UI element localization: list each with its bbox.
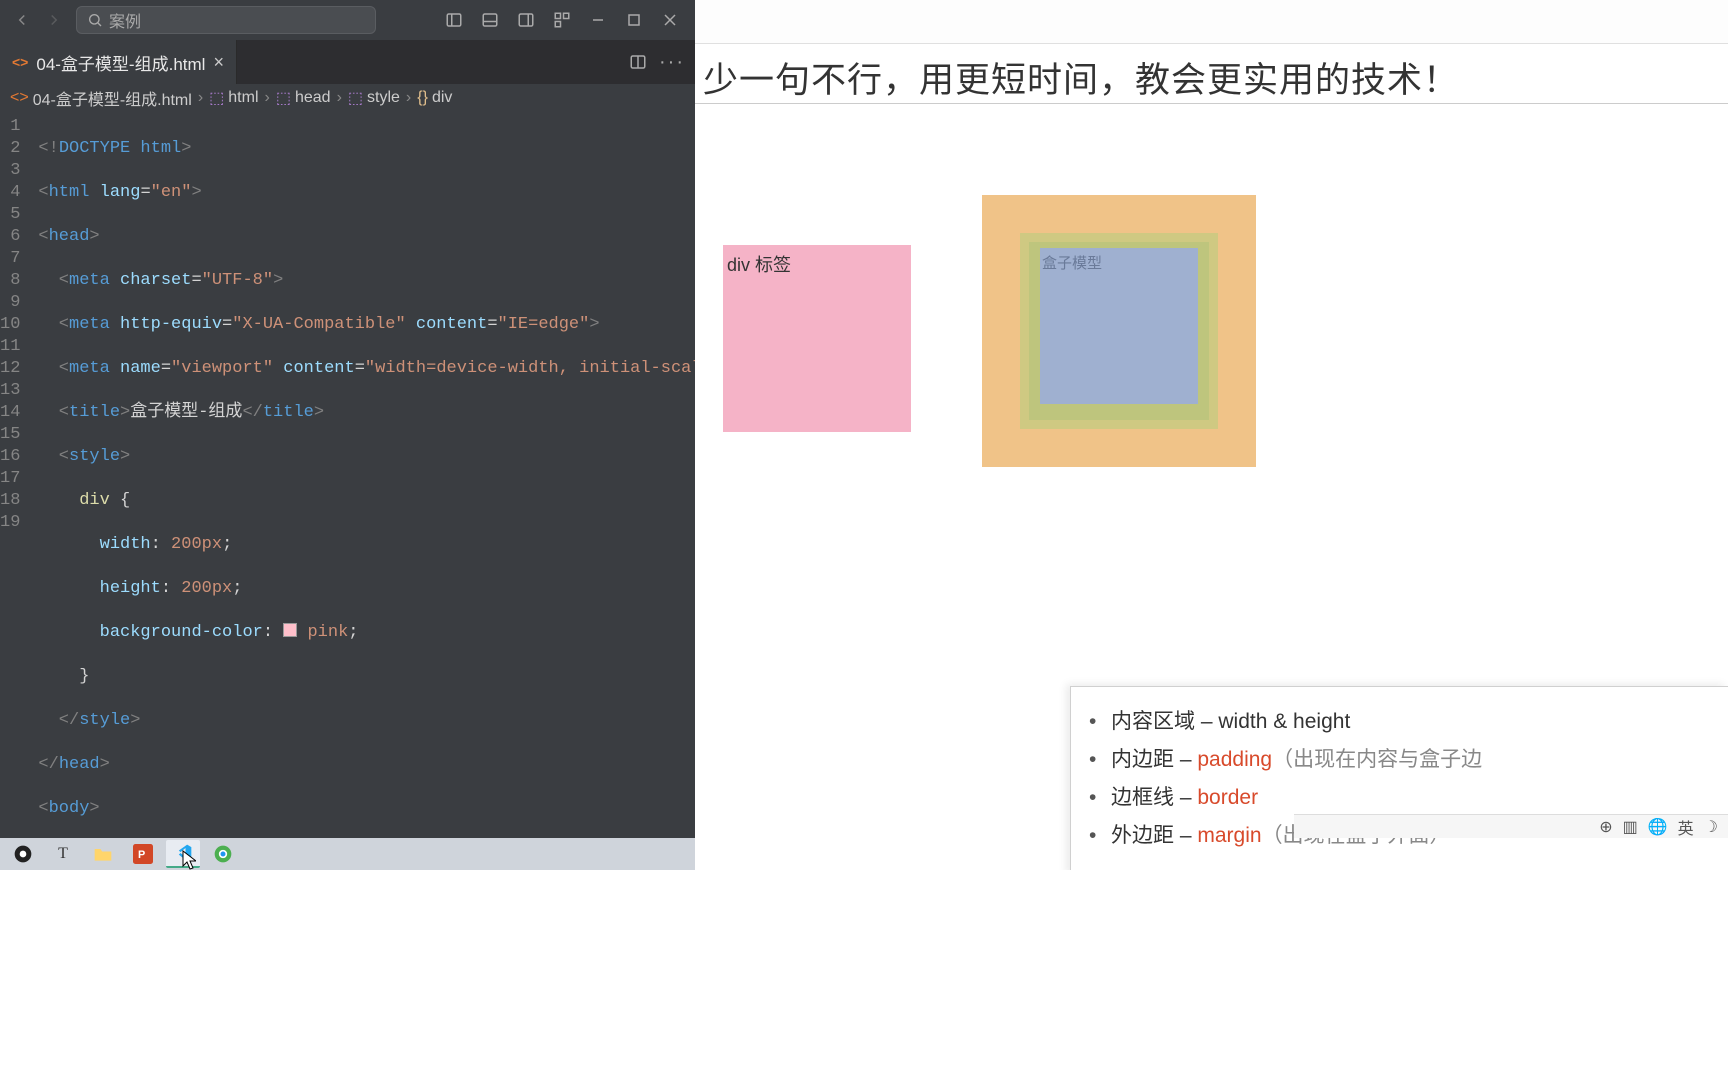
window-minimize-button[interactable] xyxy=(581,3,615,37)
code-editor[interactable]: 123 456 789 101112 131415 161718 19 <!DO… xyxy=(0,112,695,838)
box-model-legend: • 内容区域 – width & height • 内边距 – padding（… xyxy=(1070,686,1728,877)
customize-layout-button[interactable] xyxy=(545,3,579,37)
arrow-left-icon xyxy=(13,11,31,29)
browser-toolbar xyxy=(695,0,1728,44)
taskbar-powerpoint[interactable]: P xyxy=(126,840,160,868)
toggle-secondary-sidebar-button[interactable] xyxy=(509,3,543,37)
window-close-button[interactable] xyxy=(653,3,687,37)
toggle-panel-button[interactable] xyxy=(473,3,507,37)
symbol-icon: ⬚ xyxy=(348,88,363,108)
legend-item-content: • 内容区域 – width & height xyxy=(1089,705,1710,735)
vscode-window: 案例 xyxy=(0,0,695,838)
split-editor-button[interactable] xyxy=(623,47,653,77)
ime-globe-icon[interactable]: 🌐 xyxy=(1648,817,1668,837)
chevron-right-icon: › xyxy=(198,89,203,107)
svg-text:P: P xyxy=(138,849,145,861)
titlebar: 案例 xyxy=(0,0,695,40)
search-icon xyxy=(87,12,103,28)
editor-tabbar: <> 04-盒子模型-组成.html × ··· xyxy=(0,40,695,84)
breadcrumb: <> 04-盒子模型-组成.html › ⬚ html › ⬚ head › ⬚… xyxy=(0,84,695,112)
box-model-padding: 盒子模型 xyxy=(1029,242,1209,420)
symbol-icon: ⬚ xyxy=(209,88,224,108)
breadcrumb-div[interactable]: {} div xyxy=(417,89,452,107)
window-maximize-button[interactable] xyxy=(617,3,651,37)
obs-icon xyxy=(13,844,33,864)
line-numbers: 123 456 789 101112 131415 161718 19 xyxy=(0,112,38,838)
breadcrumb-head[interactable]: ⬚ head xyxy=(276,88,331,108)
layout-panel-icon xyxy=(481,11,499,29)
taskbar-file-explorer[interactable] xyxy=(86,840,120,868)
css-rule-icon: {} xyxy=(417,89,428,107)
ime-status-bar: ⊕ ▥ 🌐 英 ☽ xyxy=(1294,814,1728,838)
tab-close-button[interactable]: × xyxy=(213,52,224,73)
toggle-primary-sidebar-button[interactable] xyxy=(437,3,471,37)
html-file-icon: <> xyxy=(10,89,29,107)
code-content[interactable]: <!DOCTYPE html> <html lang="en"> <head> … xyxy=(38,112,695,838)
box-model-content: 盒子模型 xyxy=(1040,248,1198,404)
breadcrumb-html[interactable]: ⬚ html xyxy=(209,88,258,108)
folder-icon xyxy=(93,845,113,863)
close-icon xyxy=(663,13,677,27)
nav-forward-button[interactable] xyxy=(40,6,68,34)
breadcrumb-file[interactable]: <> 04-盒子模型-组成.html xyxy=(10,86,192,110)
maximize-icon xyxy=(627,13,641,27)
ime-zoom-icon[interactable]: ⊕ xyxy=(1599,817,1612,837)
empty-area xyxy=(0,870,1728,1080)
chevron-right-icon: › xyxy=(406,89,411,107)
arrow-right-icon xyxy=(45,11,63,29)
chevron-right-icon: › xyxy=(265,89,270,107)
pink-box-label: div 标签 xyxy=(727,255,791,275)
legend-item-padding: • 内边距 – padding（出现在内容与盒子边 xyxy=(1089,743,1710,773)
layout-sidebar-right-icon xyxy=(517,11,535,29)
cursor-icon xyxy=(182,850,196,870)
nav-buttons xyxy=(8,6,68,34)
tab-active-file[interactable]: <> 04-盒子模型-组成.html × xyxy=(0,40,237,84)
command-center-search[interactable]: 案例 xyxy=(76,6,376,34)
titlebar-right xyxy=(437,3,687,37)
taskbar-text-app[interactable]: T xyxy=(46,840,80,868)
split-horizontal-icon xyxy=(629,53,647,71)
layout-grid-icon xyxy=(553,11,571,29)
powerpoint-icon: P xyxy=(133,844,153,864)
taskbar-chrome[interactable] xyxy=(206,840,240,868)
search-placeholder: 案例 xyxy=(109,8,141,32)
minimize-icon xyxy=(591,13,605,27)
html-file-icon: <> xyxy=(12,54,28,70)
ime-language[interactable]: 英 xyxy=(1678,815,1694,839)
ime-layout-icon[interactable]: ▥ xyxy=(1623,817,1638,837)
layout-sidebar-left-icon xyxy=(445,11,463,29)
box-model-diagram: 盒子模型 xyxy=(982,195,1256,467)
ime-moon-icon[interactable]: ☽ xyxy=(1704,817,1718,837)
legend-item-border: • 边框线 – border xyxy=(1089,781,1710,811)
tab-actions: ··· xyxy=(623,40,695,84)
taskbar-obs[interactable] xyxy=(6,840,40,868)
page-slogan: 少一句不行，用更短时间，教会更实用的技术！ xyxy=(703,52,1728,103)
ellipsis-icon: ··· xyxy=(659,51,685,74)
breadcrumb-style[interactable]: ⬚ style xyxy=(348,88,400,108)
box-model-border: 盒子模型 xyxy=(1020,233,1218,429)
text-app-icon: T xyxy=(58,845,68,863)
symbol-icon: ⬚ xyxy=(276,88,291,108)
box-model-label: 盒子模型 xyxy=(1042,255,1102,272)
chrome-icon xyxy=(213,844,233,864)
tab-filename: 04-盒子模型-组成.html xyxy=(36,50,205,75)
divider xyxy=(695,103,1728,104)
color-swatch-icon[interactable] xyxy=(283,623,297,637)
nav-back-button[interactable] xyxy=(8,6,36,34)
demo-pink-box: div 标签 xyxy=(723,245,911,432)
windows-taskbar: T P xyxy=(0,838,695,870)
more-actions-button[interactable]: ··· xyxy=(657,47,687,77)
chevron-right-icon: › xyxy=(337,89,342,107)
